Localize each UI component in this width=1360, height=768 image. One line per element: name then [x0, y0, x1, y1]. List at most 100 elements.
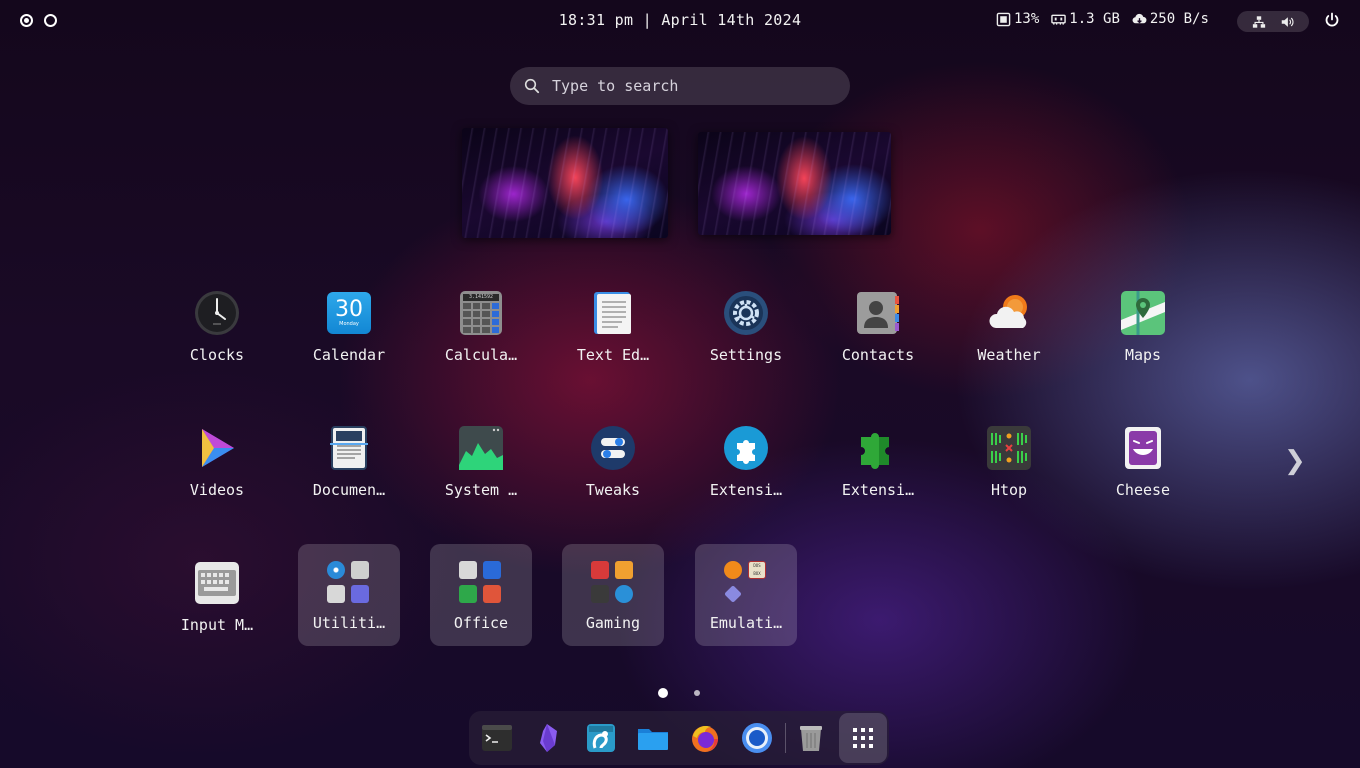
network-stat: 250 B/s	[1132, 11, 1209, 27]
settings-icon	[723, 290, 769, 336]
calc-icon	[459, 585, 477, 603]
calculator-icon: 3.141592	[458, 290, 504, 336]
memory-value: 1.3 GB	[1069, 11, 1120, 27]
workspace-1-thumbnail[interactable]	[462, 128, 668, 238]
power-icon[interactable]	[1324, 12, 1340, 28]
app-cheese[interactable]: Cheese	[1092, 409, 1194, 511]
writer-icon	[483, 561, 501, 579]
emulator-icon	[724, 561, 742, 579]
dock-chromium[interactable]	[740, 721, 774, 755]
weather-icon	[986, 290, 1032, 336]
app-label: Videos	[189, 481, 245, 499]
extensions-icon	[723, 425, 769, 471]
calculator-display: 3.141592	[463, 294, 499, 301]
calendar-icon: 30 Monday	[326, 290, 372, 336]
terminal-icon	[482, 725, 512, 751]
app-tweaks[interactable]: Tweaks	[562, 409, 664, 511]
folder-label: Emulati…	[709, 614, 783, 632]
app-label: Cheese	[1115, 481, 1171, 499]
dock-separator	[785, 723, 786, 753]
workspace-1-indicator[interactable]	[20, 14, 33, 27]
app-extensions[interactable]: Extensi…	[695, 409, 797, 511]
app-label: Contacts	[841, 346, 915, 364]
dock-obsidian[interactable]	[532, 721, 566, 755]
cpu-value: 13%	[1014, 11, 1040, 27]
firefox-icon	[692, 726, 718, 752]
utilities-folder-icon	[327, 560, 371, 604]
app-calculator[interactable]: 3.141592 Calcula…	[430, 274, 532, 376]
disk-utility-icon	[327, 561, 345, 579]
app-label: Tweaks	[585, 481, 641, 499]
workspace-2-indicator[interactable]	[44, 14, 57, 27]
app-maps[interactable]: Maps	[1092, 274, 1194, 376]
folder-label: Gaming	[585, 614, 641, 632]
folder-emulation[interactable]: DOS BOX Emulati…	[695, 544, 797, 646]
app-text-editor[interactable]: Text Ed…	[562, 274, 664, 376]
2048-icon	[615, 561, 633, 579]
workspace-2-thumbnail[interactable]	[698, 132, 891, 235]
app-htop[interactable]: Htop	[958, 409, 1060, 511]
cpu-stat: 13%	[996, 11, 1039, 27]
search-input[interactable]	[552, 77, 822, 95]
system-stats[interactable]: 13% 1.3 GB 250 B/s	[996, 11, 1209, 27]
app-weather[interactable]: Weather	[958, 274, 1060, 376]
app-label: Extensi…	[841, 481, 915, 499]
folder-label: Utiliti…	[312, 614, 386, 632]
cpu-icon	[996, 12, 1011, 26]
app-clocks[interactable]: Clocks	[166, 274, 268, 376]
office-folder-icon	[459, 560, 503, 604]
memory-stat: 1.3 GB	[1051, 11, 1120, 27]
dock	[469, 711, 889, 765]
document-scanner-icon	[326, 425, 372, 471]
impress-icon	[483, 585, 501, 603]
keyboard-icon	[194, 560, 240, 606]
top-bar: 18:31 pm | April 14th 2024 13% 1.3 GB 25…	[0, 0, 1360, 40]
files-icon	[638, 729, 668, 750]
dock-terminal[interactable]	[480, 721, 514, 755]
drive-icon	[327, 585, 345, 603]
search-bar[interactable]	[510, 67, 850, 105]
page-indicator-2[interactable]	[694, 690, 700, 696]
app-label: Calendar	[312, 346, 386, 364]
app-extension-manager[interactable]: Extensi…	[827, 409, 929, 511]
trash-icon	[800, 726, 822, 751]
dock-files[interactable]	[636, 721, 670, 755]
app-label: Calcula…	[444, 346, 518, 364]
office-document-icon	[459, 561, 477, 579]
app-input-method[interactable]: Input M…	[166, 544, 268, 646]
disk-usage-icon	[351, 561, 369, 579]
maps-icon	[1120, 290, 1166, 336]
app-videos[interactable]: Videos	[166, 409, 268, 511]
system-monitor-icon	[458, 425, 504, 471]
text-editor-icon	[590, 290, 636, 336]
obsidian-icon	[540, 724, 557, 752]
show-apps-button[interactable]	[839, 713, 887, 763]
app-label: Text Ed…	[576, 346, 650, 364]
clock-datetime-button[interactable]: 18:31 pm | April 14th 2024	[559, 11, 802, 29]
chromium-icon	[742, 723, 772, 753]
app-contacts[interactable]: Contacts	[827, 274, 929, 376]
folder-gaming[interactable]: Gaming	[562, 544, 664, 646]
app-settings[interactable]: Settings	[695, 274, 797, 376]
quick-settings[interactable]	[1237, 11, 1309, 32]
app-label: Maps	[1124, 346, 1162, 364]
dock-firefox[interactable]	[688, 721, 722, 755]
folder-office[interactable]: Office	[430, 544, 532, 646]
gaming-folder-icon	[591, 560, 635, 604]
dock-trash[interactable]	[794, 721, 828, 755]
calendar-day: 30	[335, 297, 363, 322]
gimp-icon	[587, 724, 615, 752]
next-page-arrow[interactable]: ❯	[1284, 446, 1306, 476]
app-label: System …	[444, 481, 518, 499]
cheese-icon	[1120, 425, 1166, 471]
page-indicator-1[interactable]	[658, 688, 668, 698]
clock-icon	[194, 290, 240, 336]
app-document-scanner[interactable]: Documen…	[298, 409, 400, 511]
atomix-icon	[615, 585, 633, 603]
emulation-folder-icon: DOS BOX	[724, 560, 768, 604]
app-system-monitor[interactable]: System …	[430, 409, 532, 511]
folder-utilities[interactable]: Utiliti…	[298, 544, 400, 646]
dock-gimp[interactable]	[584, 721, 618, 755]
app-calendar[interactable]: 30 Monday Calendar	[298, 274, 400, 376]
app-label: Input M…	[180, 616, 254, 634]
